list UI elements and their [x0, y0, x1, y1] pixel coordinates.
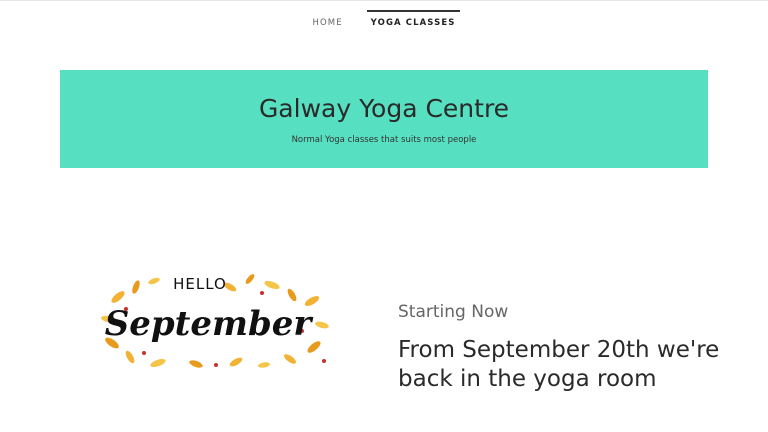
- hero-banner: Galway Yoga Centre Normal Yoga classes t…: [60, 70, 708, 168]
- site-tagline: Normal Yoga classes that suits most peop…: [291, 135, 477, 145]
- hello-september-image: HELLO September: [101, 274, 329, 368]
- hello-lettering: HELLO: [173, 275, 227, 293]
- section-headline: From September 20th we're back in the yo…: [398, 337, 720, 392]
- september-lettering: September: [105, 304, 314, 344]
- section-kicker: Starting Now: [398, 302, 509, 322]
- main-nav: HOME YOGA CLASSES: [0, 10, 768, 28]
- site-title: Galway Yoga Centre: [258, 94, 510, 123]
- nav-item-yoga-classes[interactable]: YOGA CLASSES: [366, 10, 460, 28]
- nav-item-home[interactable]: HOME: [308, 18, 346, 28]
- top-border: [0, 0, 768, 1]
